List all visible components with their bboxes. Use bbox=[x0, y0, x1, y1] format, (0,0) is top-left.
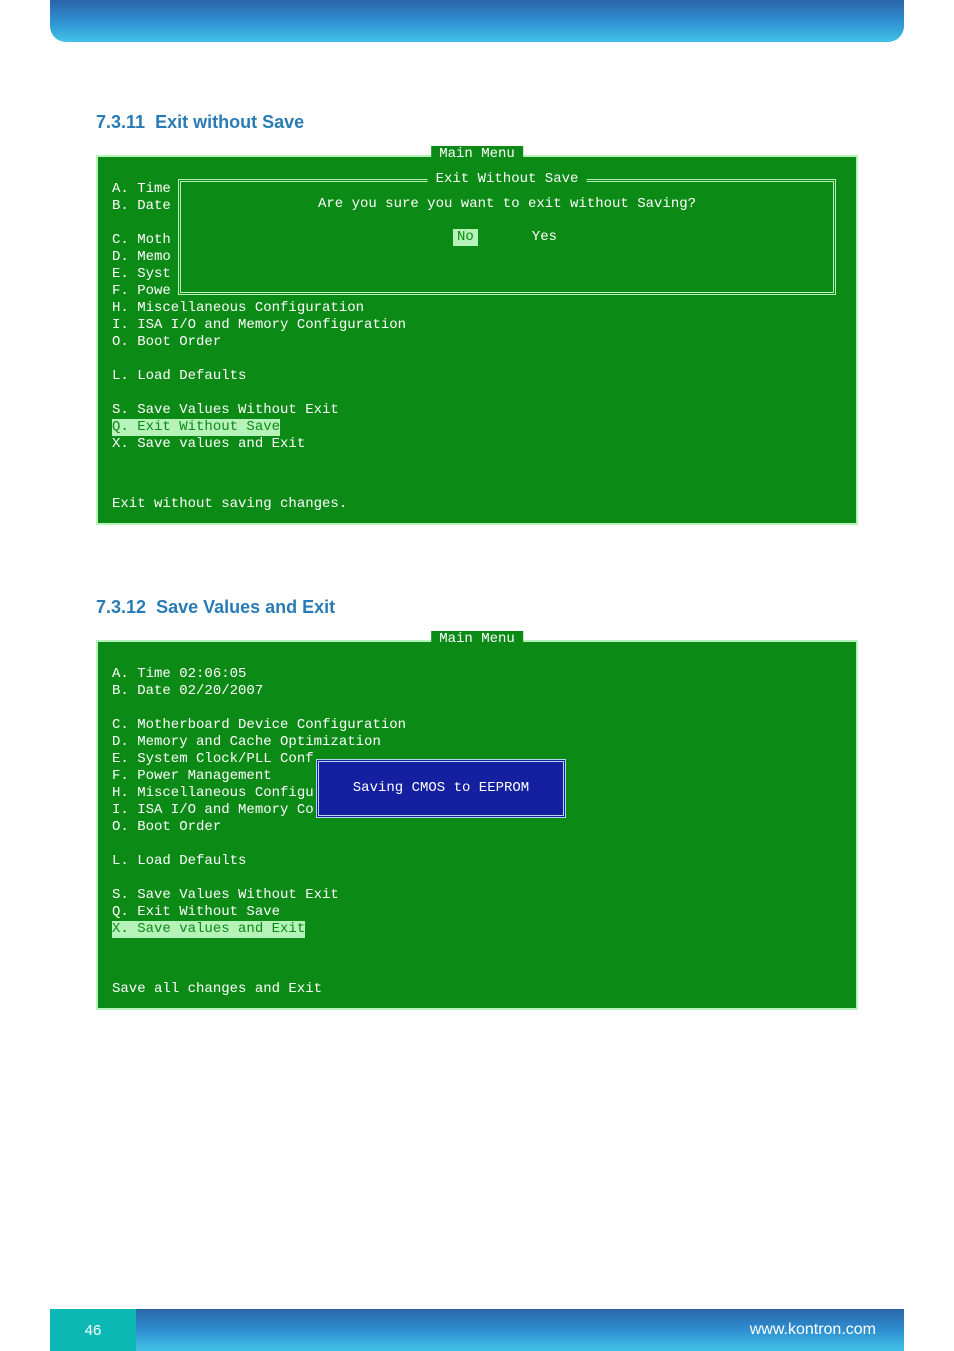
popup-option-yes[interactable]: Yes bbox=[528, 229, 561, 246]
menu-item-date[interactable]: B. Date 02/20/2007 bbox=[112, 683, 842, 700]
menu-item-load-defaults[interactable]: L. Load Defaults bbox=[112, 853, 842, 870]
saving-cmos-popup: Saving CMOS to EEPROM bbox=[316, 759, 566, 818]
menu-item-memory[interactable]: D. Memory and Cache Optimization bbox=[112, 734, 842, 751]
blank-line bbox=[112, 385, 842, 402]
popup-message: Saving CMOS to EEPROM bbox=[339, 780, 543, 797]
bios-screen-exit-without-save: Main Menu A. Time B. Date C. Moth D. Mem… bbox=[96, 155, 858, 525]
blank-line bbox=[112, 836, 842, 853]
exit-without-save-popup: Exit Without Save Are you sure you want … bbox=[178, 179, 836, 295]
bios-main-menu-title: Main Menu bbox=[431, 146, 523, 163]
bios-main-menu-title: Main Menu bbox=[431, 631, 523, 648]
status-line: Exit without saving changes. bbox=[112, 496, 347, 513]
section-title: Save Values and Exit bbox=[156, 597, 335, 617]
popup-message: Are you sure you want to exit without Sa… bbox=[191, 196, 823, 213]
status-line: Save all changes and Exit bbox=[112, 981, 322, 998]
section-title: Exit without Save bbox=[155, 112, 304, 132]
menu-item-save-and-exit[interactable]: X. Save values and Exit bbox=[112, 436, 842, 453]
blank-line bbox=[112, 700, 842, 717]
section-heading-2: 7.3.12 Save Values and Exit bbox=[96, 597, 858, 618]
page-number: 46 bbox=[50, 1309, 136, 1351]
footer-bar: 46 www.kontron.com bbox=[50, 1309, 904, 1351]
footer-url: www.kontron.com bbox=[136, 1309, 904, 1351]
menu-item-exit-without-save[interactable]: Q. Exit Without Save bbox=[112, 904, 842, 921]
menu-item-save-without-exit[interactable]: S. Save Values Without Exit bbox=[112, 402, 842, 419]
menu-item-motherboard[interactable]: C. Motherboard Device Configuration bbox=[112, 717, 842, 734]
menu-item-boot-order[interactable]: O. Boot Order bbox=[112, 819, 842, 836]
menu-item-boot-order[interactable]: O. Boot Order bbox=[112, 334, 842, 351]
section-number: 7.3.12 bbox=[96, 597, 146, 617]
section-number: 7.3.11 bbox=[96, 112, 145, 132]
menu-item-save-and-exit[interactable]: X. Save values and Exit bbox=[112, 921, 305, 938]
bios-screen-save-and-exit: Main Menu A. Time 02:06:05 B. Date 02/20… bbox=[96, 640, 858, 1010]
menu-item-time[interactable]: A. Time 02:06:05 bbox=[112, 666, 842, 683]
menu-item-load-defaults[interactable]: L. Load Defaults bbox=[112, 368, 842, 385]
popup-title: Exit Without Save bbox=[428, 171, 587, 188]
blank-line bbox=[112, 870, 842, 887]
menu-item-save-without-exit[interactable]: S. Save Values Without Exit bbox=[112, 887, 842, 904]
popup-option-no[interactable]: No bbox=[453, 229, 478, 246]
menu-item-misc[interactable]: H. Miscellaneous Configuration bbox=[112, 300, 842, 317]
section-heading-1: 7.3.11 Exit without Save bbox=[96, 112, 858, 133]
menu-item-exit-without-save[interactable]: Q. Exit Without Save bbox=[112, 419, 280, 436]
blank-line bbox=[112, 351, 842, 368]
popup-options: No Yes bbox=[191, 229, 823, 246]
header-banner bbox=[50, 0, 904, 42]
menu-item-isa[interactable]: I. ISA I/O and Memory Configuration bbox=[112, 317, 842, 334]
